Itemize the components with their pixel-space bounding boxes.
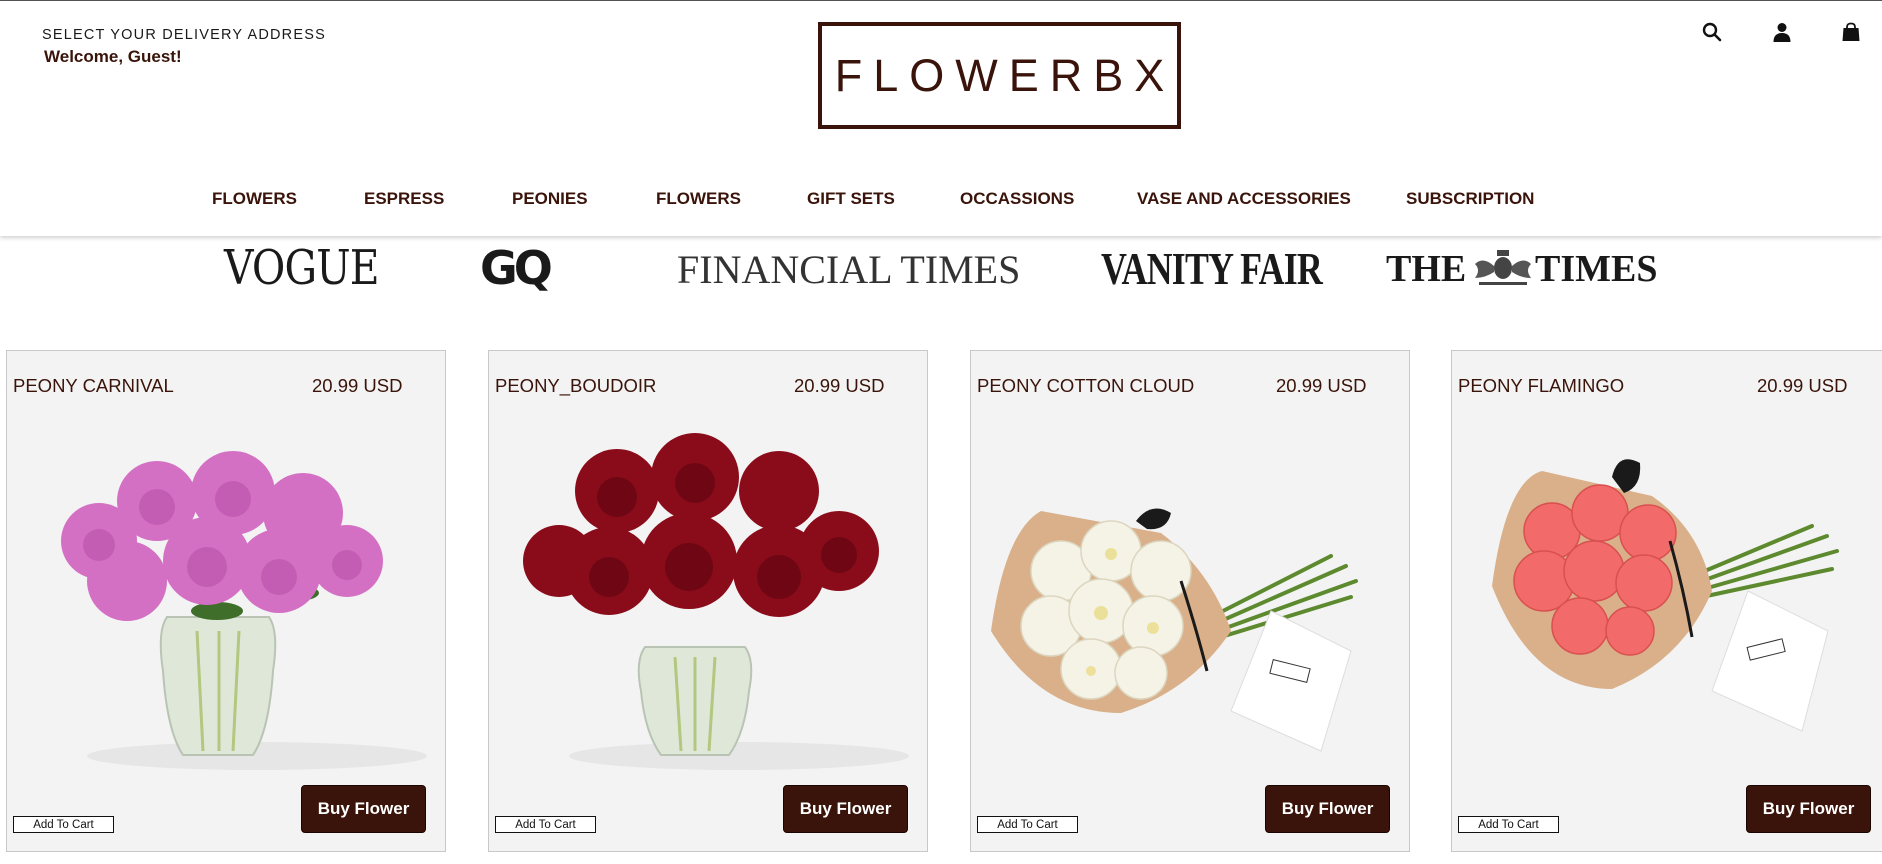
product-card: PEONY_BOUDOIR 20.99 USD Add To Cart Buy … <box>488 350 928 852</box>
product-price: 20.99 USD <box>794 375 885 396</box>
buy-flower-button[interactable]: Buy Flower <box>1746 785 1871 833</box>
product-name[interactable]: PEONY_BOUDOIR <box>495 375 656 397</box>
user-icon[interactable] <box>1769 19 1795 45</box>
product-card: PEONY COTTON CLOUD 20.99 USD Add To Cart… <box>970 350 1410 852</box>
add-to-cart-button[interactable]: Add To Cart <box>13 816 114 833</box>
nav-item-occassions[interactable]: OCCASSIONS <box>960 189 1074 209</box>
the-times-logo-the: THE <box>1386 248 1467 290</box>
the-times-logo-times: TIMES <box>1535 248 1658 290</box>
nav-item-gift-sets[interactable]: GIFT SETS <box>807 189 895 209</box>
product-price: 20.99 USD <box>1276 375 1367 396</box>
delivery-address-selector[interactable]: SELECT YOUR DELIVERY ADDRESS Welcome, Gu… <box>42 27 326 67</box>
product-card: PEONY CARNIVAL 20.99 USD Add To Cart Buy… <box>6 350 446 852</box>
royal-crest-icon <box>1471 248 1535 293</box>
nav-item-flowers[interactable]: FLOWERS <box>212 189 297 209</box>
product-name[interactable]: PEONY COTTON CLOUD <box>977 375 1194 397</box>
welcome-message: Welcome, Guest! <box>44 47 182 66</box>
nav-item-espress[interactable]: ESPRESS <box>364 189 444 209</box>
press-logos-bar: VOGUE GQ FINANCIAL TIMES VANITY FAIR THE… <box>0 236 1882 336</box>
product-name[interactable]: PEONY FLAMINGO <box>1458 375 1624 397</box>
main-navigation: FLOWERS ESPRESS PEONIES FLOWERS GIFT SET… <box>0 189 1882 215</box>
gq-logo: GQ <box>480 241 553 295</box>
site-logo[interactable]: FLOWERBX <box>818 22 1181 129</box>
product-price: 20.99 USD <box>312 375 403 396</box>
vanity-fair-logo: VANITY FAIR <box>1101 243 1323 294</box>
product-image[interactable] <box>7 421 445 771</box>
shopping-bag-icon[interactable] <box>1838 19 1864 45</box>
vogue-logo: VOGUE <box>224 240 380 296</box>
product-name[interactable]: PEONY CARNIVAL <box>13 375 174 397</box>
product-image[interactable] <box>971 421 1409 771</box>
search-icon[interactable] <box>1699 19 1725 45</box>
nav-item-subscription[interactable]: SUBSCRIPTION <box>1406 189 1534 209</box>
buy-flower-button[interactable]: Buy Flower <box>783 785 908 833</box>
site-header: SELECT YOUR DELIVERY ADDRESS Welcome, Gu… <box>0 1 1882 236</box>
delivery-address-label[interactable]: SELECT YOUR DELIVERY ADDRESS <box>42 27 326 43</box>
logo-text: FLOWERBX <box>834 49 1176 101</box>
nav-item-flowers-2[interactable]: FLOWERS <box>656 189 741 209</box>
nav-item-peonies[interactable]: PEONIES <box>512 189 588 209</box>
buy-flower-button[interactable]: Buy Flower <box>301 785 426 833</box>
product-price: 20.99 USD <box>1757 375 1848 396</box>
product-card: PEONY FLAMINGO 20.99 USD Add To Cart Buy… <box>1451 350 1882 852</box>
add-to-cart-button[interactable]: Add To Cart <box>1458 816 1559 833</box>
nav-item-vase-and-accessories[interactable]: VASE AND ACCESSORIES <box>1137 189 1351 209</box>
buy-flower-button[interactable]: Buy Flower <box>1265 785 1390 833</box>
product-image[interactable] <box>489 421 927 771</box>
financial-times-logo: FINANCIAL TIMES <box>677 247 1021 292</box>
add-to-cart-button[interactable]: Add To Cart <box>495 816 596 833</box>
add-to-cart-button[interactable]: Add To Cart <box>977 816 1078 833</box>
product-image[interactable] <box>1452 421 1882 771</box>
